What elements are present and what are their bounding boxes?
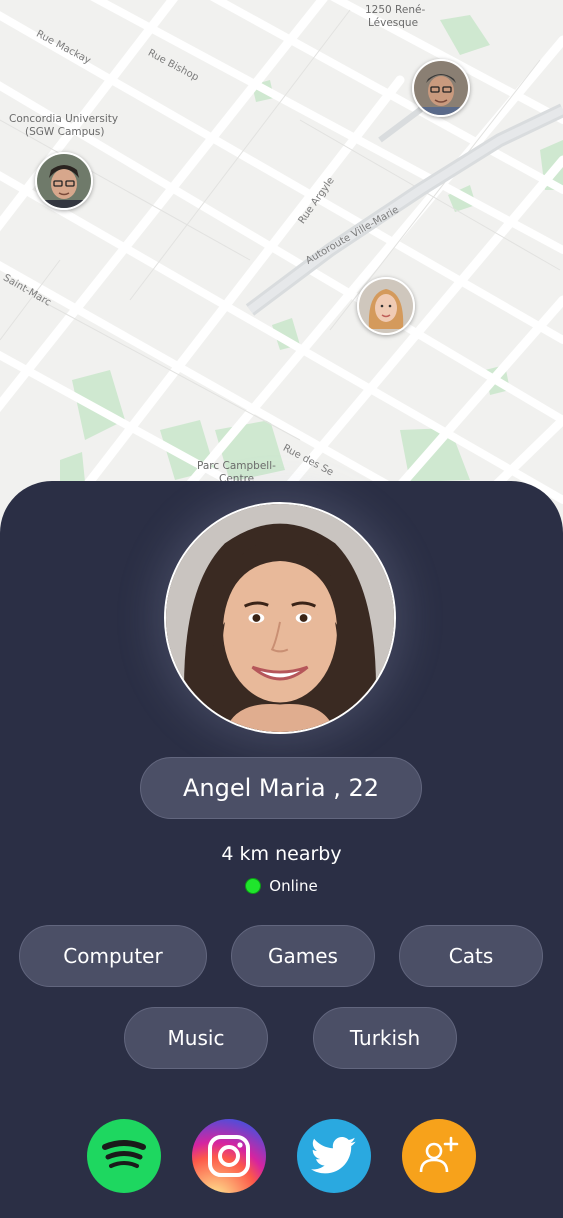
poi-label: 1250 René- (365, 4, 426, 16)
instagram-icon (208, 1135, 250, 1177)
poi-label: Parc Campbell- (197, 460, 276, 472)
nearby-user-avatar[interactable] (357, 277, 415, 335)
poi-label: (SGW Campus) (25, 126, 105, 138)
interest-tag[interactable]: Games (231, 925, 375, 987)
poi-label: Lévesque (368, 17, 419, 29)
interest-tag[interactable]: Cats (399, 925, 543, 987)
profile-name-age: Angel Maria , 22 (140, 757, 422, 819)
twitter-icon (311, 1137, 356, 1174)
interest-tag[interactable]: Music (124, 1007, 268, 1069)
profile-card: Angel Maria , 22 4 km nearby Online Comp… (0, 481, 563, 1218)
add-friend-icon (419, 1136, 459, 1173)
spotify-button[interactable] (87, 1119, 161, 1193)
nearby-user-avatar[interactable] (35, 152, 93, 210)
interest-tag[interactable]: Turkish (313, 1007, 457, 1069)
map-streets (0, 0, 563, 520)
instagram-button[interactable] (192, 1119, 266, 1193)
add-friend-button[interactable] (402, 1119, 476, 1193)
status-label: Online (269, 877, 318, 895)
poi-label: Concordia University (9, 113, 119, 125)
online-indicator-icon (245, 878, 262, 894)
spotify-icon (102, 1140, 146, 1168)
twitter-button[interactable] (297, 1119, 371, 1193)
nearby-user-avatar[interactable] (412, 59, 470, 117)
interest-tag[interactable]: Computer (19, 925, 207, 987)
online-status: Online (0, 877, 563, 895)
map-view[interactable]: Rue Mackay Rue Bishop Rue Argyle Autorou… (0, 0, 563, 520)
distance-label: 4 km nearby (221, 843, 342, 865)
profile-photo[interactable] (164, 502, 396, 734)
